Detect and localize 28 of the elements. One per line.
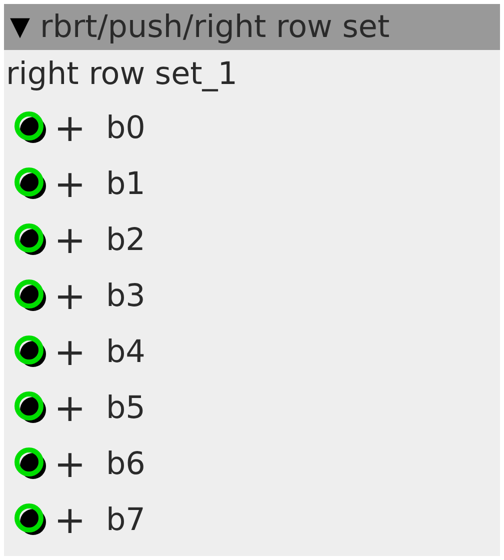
item-label[interactable]: b3	[106, 278, 146, 314]
item-label[interactable]: b0	[106, 110, 146, 146]
expand-toggle[interactable]: +	[54, 277, 94, 315]
item-label[interactable]: b7	[106, 502, 146, 538]
expand-toggle[interactable]: +	[54, 445, 94, 483]
ring-icon	[14, 447, 48, 481]
item-label[interactable]: b1	[106, 166, 146, 202]
expand-toggle[interactable]: +	[54, 501, 94, 539]
collapse-toggle[interactable]: ▼	[10, 14, 30, 40]
ring-icon	[14, 111, 48, 145]
expand-toggle[interactable]: +	[54, 333, 94, 371]
expand-toggle[interactable]: +	[54, 221, 94, 259]
panel-header[interactable]: ▼ rbrt/push/right row set	[4, 4, 500, 50]
ring-icon	[14, 391, 48, 425]
expand-toggle[interactable]: +	[54, 109, 94, 147]
group-title: right row set_1	[5, 55, 239, 94]
expand-toggle[interactable]: +	[54, 389, 94, 427]
expand-toggle[interactable]: +	[54, 165, 94, 203]
ring-icon	[14, 223, 48, 257]
panel-title: rbrt/push/right row set	[40, 12, 390, 42]
item-label[interactable]: b6	[106, 446, 146, 482]
item-label[interactable]: b5	[106, 390, 146, 426]
ring-icon	[14, 335, 48, 369]
ring-icon	[14, 167, 48, 201]
item-label[interactable]: b4	[106, 334, 146, 370]
ring-icon	[14, 503, 48, 537]
item-label[interactable]: b2	[106, 222, 146, 258]
ring-icon	[14, 279, 48, 313]
